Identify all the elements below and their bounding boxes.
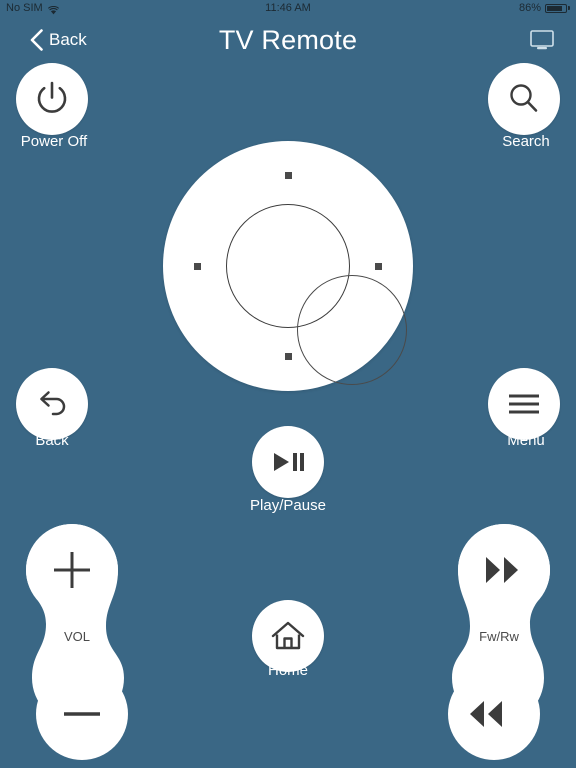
play-pause-label: Play/Pause <box>250 497 326 514</box>
page-title: TV Remote <box>218 24 358 55</box>
navigation-bar: Back TV Remote <box>0 16 576 64</box>
back-label: Back <box>35 432 69 449</box>
dpad-ok-ring-icon <box>297 275 407 385</box>
dpad-right-button[interactable] <box>375 262 382 270</box>
dpad-control <box>163 141 413 391</box>
undo-arrow-icon <box>33 385 71 423</box>
home-icon <box>270 619 306 653</box>
volume-label: VOL <box>63 629 90 644</box>
status-bar-right: 86% <box>519 0 570 16</box>
volume-rocker-control: VOL <box>18 524 136 760</box>
back-button[interactable] <box>16 368 88 440</box>
power-off-button[interactable] <box>16 63 88 135</box>
tv-monitor-icon[interactable] <box>530 16 554 64</box>
transport-label: Fw/Rw <box>479 629 519 644</box>
volume-down-button[interactable] <box>36 668 128 760</box>
volume-up-button[interactable] <box>26 524 118 616</box>
menu-button[interactable] <box>488 368 560 440</box>
menu-label: Menu <box>507 432 545 449</box>
play-pause-button[interactable] <box>252 426 324 498</box>
status-bar: No SIM 11:46 AM 86% <box>0 0 576 16</box>
fast-forward-button[interactable] <box>458 524 550 616</box>
dpad-up-button[interactable] <box>284 172 292 179</box>
hamburger-menu-icon <box>506 391 542 417</box>
search-button[interactable] <box>488 63 560 135</box>
status-bar-clock: 11:46 AM <box>265 2 311 14</box>
dpad-left-button[interactable] <box>194 262 201 270</box>
dpad-down-button[interactable] <box>284 353 292 360</box>
battery-percent-label: 86% <box>518 2 541 14</box>
transport-rocker-control: Fw/Rw <box>440 524 558 760</box>
power-off-label: Power Off <box>20 133 88 150</box>
tv-remote-screen: No SIM 11:46 AM 86% Back TV Remote Power… <box>0 0 576 768</box>
home-label: Home <box>267 662 308 679</box>
rewind-button[interactable] <box>448 668 540 760</box>
play-pause-icon <box>271 450 305 474</box>
search-icon <box>506 81 542 117</box>
dpad-ok-button[interactable] <box>226 204 407 385</box>
battery-icon <box>545 3 570 13</box>
search-label: Search <box>502 133 550 150</box>
power-icon <box>33 80 71 118</box>
